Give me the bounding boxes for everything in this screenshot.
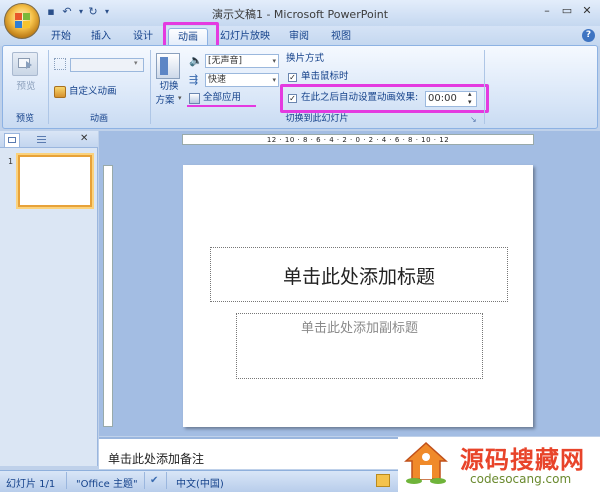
sound-dropdown[interactable]: [无声音] ▾ [205, 54, 279, 68]
spellcheck-icon[interactable]: ✔ [150, 475, 158, 486]
status-theme: "Office 主题" [76, 479, 138, 490]
on-click-checkbox[interactable]: ✓ [288, 73, 297, 82]
preview-button-label[interactable]: 预览 [12, 80, 40, 94]
slide-number: 1 [8, 157, 14, 166]
apply-all-button[interactable]: 全部应用 [203, 91, 241, 105]
speed-icon: ⇶ [189, 73, 199, 86]
on-click-label: 单击鼠标时 [301, 71, 349, 82]
minimize-button[interactable]: – [538, 3, 556, 18]
panel-close-icon[interactable]: ✕ [80, 133, 88, 144]
animate-icon [54, 58, 66, 70]
custom-animation-icon [54, 86, 66, 98]
status-slide-count: 幻灯片 1/1 [6, 479, 56, 490]
watermark-url: codesocang.com [470, 472, 572, 486]
tab-view[interactable]: 视图 [324, 28, 358, 46]
status-divider [66, 472, 67, 489]
group-divider [484, 50, 485, 124]
slides-tab[interactable] [4, 133, 20, 147]
group-divider [48, 50, 49, 124]
transition-scheme-icon[interactable] [156, 53, 180, 79]
slide-thumbnail[interactable] [18, 155, 92, 207]
outline-tab[interactable] [34, 134, 50, 146]
maximize-button[interactable]: ▭ [558, 3, 576, 18]
sound-dropdown-arrow-icon: ▾ [272, 57, 276, 65]
tab-review[interactable]: 审阅 [282, 28, 316, 46]
sound-icon: 🔈 [189, 54, 203, 67]
help-icon[interactable]: ? [582, 29, 595, 42]
animate-dropdown[interactable] [70, 58, 144, 72]
tab-insert[interactable]: 插入 [84, 28, 118, 46]
advance-header: 换片方式 [286, 53, 325, 64]
normal-view-icon[interactable] [376, 474, 390, 487]
status-language[interactable]: 中文(中国) [176, 475, 224, 490]
tab-slideshow[interactable]: 幻灯片放映 [218, 28, 272, 46]
preview-group-label: 预览 [15, 114, 34, 124]
slides-tab-icon [8, 137, 16, 143]
apply-all-icon [189, 93, 200, 104]
watermark-title: 源码搜藏网 [460, 446, 585, 474]
speed-dropdown-arrow-icon: ▾ [272, 76, 276, 84]
preview-icon[interactable] [12, 52, 38, 76]
sound-dropdown-value: [无声音] [208, 56, 243, 66]
title-placeholder[interactable]: 单击此处添加标题 [210, 262, 508, 289]
vertical-ruler [103, 165, 113, 427]
group-divider [150, 50, 151, 124]
speed-dropdown-value: 快速 [208, 75, 227, 85]
speed-dropdown[interactable]: 快速 ▾ [205, 73, 279, 87]
office-button[interactable] [4, 3, 40, 39]
horizontal-ruler: 12 · 10 · 8 · 6 · 4 · 2 · 0 · 2 · 4 · 6 … [182, 134, 534, 145]
status-divider [166, 472, 167, 489]
office-logo-icon [15, 13, 30, 28]
outline-tab-icon [37, 136, 46, 137]
notes-placeholder[interactable]: 单击此处添加备注 [108, 450, 204, 467]
close-button[interactable]: ✕ [578, 3, 596, 18]
dialog-launcher-icon[interactable]: ↘ [470, 115, 477, 124]
watermark-logo-icon [402, 439, 450, 487]
custom-animation-button[interactable]: 自定义动画 [69, 85, 117, 99]
subtitle-placeholder[interactable]: 单击此处添加副标题 [236, 317, 483, 336]
status-divider [144, 472, 145, 489]
animation-group-label: 动画 [89, 114, 108, 124]
transition-scheme-arrow-icon[interactable]: ▾ [178, 94, 182, 102]
tab-home[interactable]: 开始 [44, 28, 78, 46]
window-title: 演示文稿1 - Microsoft PowerPoint [211, 8, 389, 21]
transition-scheme-label-2[interactable]: 方案 [152, 94, 178, 108]
apply-all-underline [187, 105, 256, 107]
transition-scheme-label-1[interactable]: 切换 [154, 80, 184, 94]
transition-group-label: 切换到此幻灯片 [285, 114, 349, 124]
tab-design[interactable]: 设计 [126, 28, 160, 46]
auto-after-highlight-box [280, 84, 489, 113]
animate-dropdown-arrow-icon[interactable]: ▾ [134, 59, 138, 67]
